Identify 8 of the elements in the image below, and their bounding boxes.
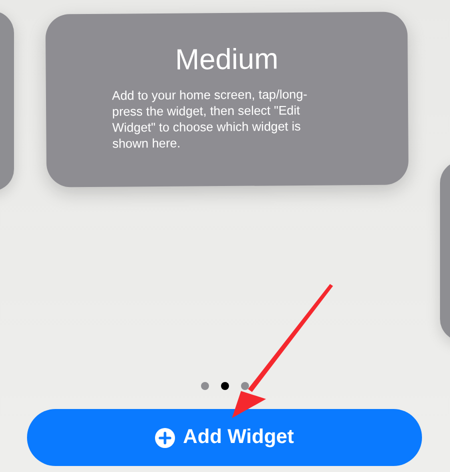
page-dot[interactable] bbox=[201, 382, 209, 390]
plus-circle-icon bbox=[155, 428, 176, 448]
page-dot[interactable] bbox=[221, 382, 229, 390]
widget-description: Add to your home screen, tap/long-press the widget, then select "Edit Widget" to choose which widget is shown here. bbox=[112, 86, 308, 152]
widget-title: Medium bbox=[175, 42, 278, 78]
widget-card[interactable]: Medium Add to your home screen, tap/long-press the widget, then select "Edit Widget" to choose which widget is shown here. bbox=[45, 12, 409, 188]
add-widget-button[interactable]: Add Widget bbox=[27, 409, 422, 466]
page-dot[interactable] bbox=[241, 382, 249, 390]
